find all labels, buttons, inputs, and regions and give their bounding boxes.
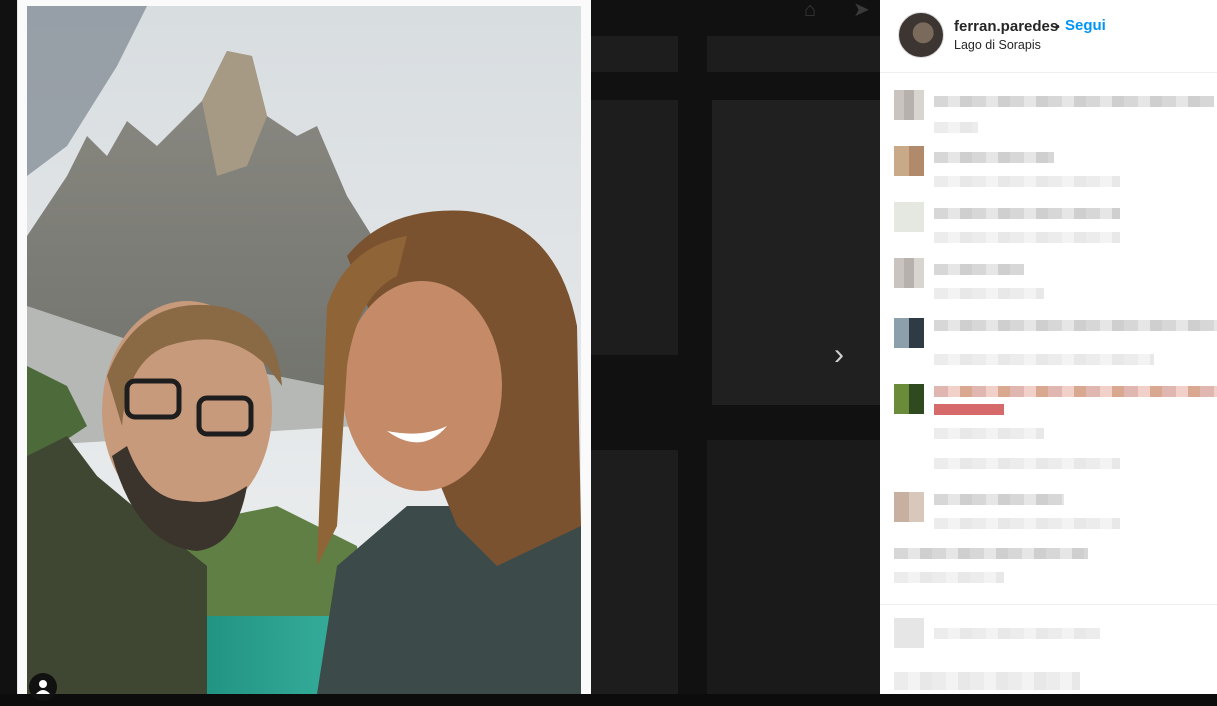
blurred-comment-meta <box>934 458 1120 469</box>
background-thumbnail <box>712 100 880 405</box>
blurred-comment-text <box>894 548 1088 559</box>
blurred-comment-meta <box>934 354 1154 365</box>
list-item <box>880 544 1217 600</box>
blurred-comment-meta <box>894 572 1004 583</box>
list-item <box>880 316 1217 372</box>
blurred-comment-meta <box>934 288 1044 299</box>
background-thumbnail <box>590 100 678 355</box>
list-item <box>880 88 1217 136</box>
follow-button[interactable]: Segui <box>1065 17 1106 34</box>
blurred-comment-text <box>934 494 1064 505</box>
background-thumbnail <box>590 36 678 72</box>
post-side-panel: ferran.paredes • Segui Lago di Sorapis <box>880 0 1217 694</box>
blurred-comment-meta <box>934 518 1120 529</box>
divider <box>880 604 1217 605</box>
background-thumbnail <box>707 36 880 72</box>
avatar <box>894 146 924 176</box>
avatar <box>894 384 924 414</box>
selfie-image <box>27 6 581 694</box>
avatar <box>894 618 924 648</box>
blurred-comment-meta <box>934 122 978 133</box>
blurred-comment-text <box>934 96 1214 107</box>
avatar[interactable] <box>898 12 944 58</box>
post-header: ferran.paredes • Segui Lago di Sorapis <box>880 0 1217 73</box>
avatar <box>894 318 924 348</box>
list-item <box>880 382 1217 469</box>
comments-list <box>880 84 1217 694</box>
blurred-comment-text <box>934 208 1120 219</box>
avatar <box>894 90 924 120</box>
list-item <box>880 490 1217 538</box>
avatar <box>894 202 924 232</box>
blurred-comment-meta <box>934 176 1120 187</box>
background-thumbnail <box>590 450 678 694</box>
list-item <box>880 200 1217 248</box>
blurred-action-bar <box>894 672 1080 690</box>
avatar <box>894 492 924 522</box>
location-link[interactable]: Lago di Sorapis <box>954 38 1041 52</box>
list-item <box>880 668 1217 694</box>
blurred-comment-text <box>934 320 1217 331</box>
blurred-comment-text <box>934 152 1054 163</box>
username-link[interactable]: ferran.paredes <box>954 18 1058 35</box>
blurred-comment-text <box>934 404 1004 415</box>
list-item <box>880 618 1217 658</box>
chevron-right-icon[interactable]: › <box>826 340 852 370</box>
post-photo[interactable] <box>27 6 581 694</box>
list-item <box>880 144 1217 192</box>
blurred-comment-text <box>934 386 1217 397</box>
background-thumbnail <box>707 440 880 694</box>
user-tag-icon[interactable] <box>29 673 57 701</box>
home-icon[interactable]: ⌂ <box>804 0 830 20</box>
separator-dot: • <box>1055 18 1060 34</box>
blurred-comment-meta <box>934 428 1044 439</box>
compass-icon[interactable]: ➤ <box>853 0 879 20</box>
blurred-comment-text <box>934 628 1100 639</box>
list-item <box>880 256 1217 304</box>
blurred-comment-meta <box>934 232 1120 243</box>
avatar <box>894 258 924 288</box>
blurred-comment-text <box>934 264 1024 275</box>
